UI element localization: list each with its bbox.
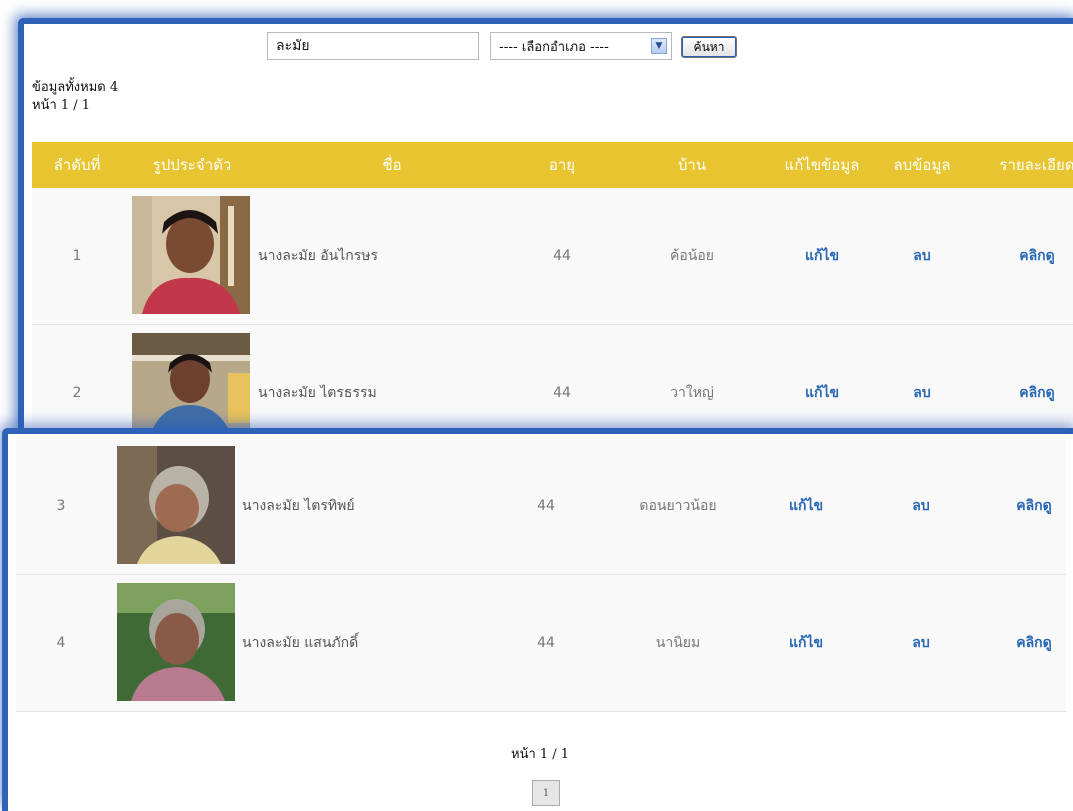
profile-photo [117,583,235,701]
edit-link[interactable]: แก้ไข [756,438,856,574]
detail-link[interactable]: คลิกดู [987,188,1073,324]
delete-link[interactable]: ลบ [881,575,961,711]
profile-photo [132,196,250,314]
row-name: นางละมัย ไตรทิพย์ [242,498,355,514]
district-select[interactable]: ---- เลือกอำเภอ ---- ▼ [490,32,672,60]
th-order: ลำดับที่ [53,156,101,174]
row-number: 1 [72,248,82,264]
table-row: 2 นางละมัย ไตรธรรม 44 วาใหญ่ แก้ไข ลบ คล… [32,325,1073,436]
search-button[interactable]: ค้นหา [681,36,737,58]
th-name: ชื่อ [382,156,402,174]
th-village: บ้าน [677,156,707,174]
row-village: ค้อน้อย [670,248,714,264]
row-number: 3 [56,498,66,514]
edit-link[interactable]: แก้ไข [772,325,872,436]
page-button-1[interactable]: 1 [532,780,560,806]
table-row: 1 นางละมัย อันไกรษร 44 ค้อน้อย แก้ไข ลบ … [32,188,1073,325]
row-name: นางละมัย แสนภักดิ์ [242,635,359,651]
row-age: 44 [537,498,555,514]
profile-photo [117,446,235,564]
row-name: นางละมัย ไตรธรรม [258,385,377,401]
delete-link[interactable]: ลบ [882,325,962,436]
row-number: 2 [72,385,82,401]
row-age: 44 [553,385,571,401]
delete-link[interactable]: ลบ [882,188,962,324]
row-village: นานิยม [655,635,701,651]
page-indicator-bottom: หน้า 1 / 1 [511,747,570,762]
row-age: 44 [553,248,571,264]
row-village: วาใหญ่ [670,385,714,401]
search-input[interactable] [267,32,479,60]
th-edit: แก้ไขข้อมูล [784,156,860,174]
results-window-top: ---- เลือกอำเภอ ---- ▼ ค้นหา ข้อมูลทั้งห… [18,18,1073,436]
page-indicator-top: หน้า 1 / 1 [32,98,91,113]
detail-link[interactable]: คลิกดู [987,325,1073,436]
table-row: 3 นางละมัย ไตรทิพย์ 44 ดอนยาวน้อย แก้ไข … [16,438,1066,575]
th-delete: ลบข้อมูล [893,156,951,174]
chevron-down-icon[interactable]: ▼ [651,38,667,54]
row-village: ดอนยาวน้อย [639,498,717,514]
edit-link[interactable]: แก้ไข [772,188,872,324]
results-window-bottom: 3 นางละมัย ไตรทิพย์ 44 ดอนยาวน้อย แก้ไข … [2,428,1073,811]
th-detail: รายละเอียด [999,156,1073,174]
delete-link[interactable]: ลบ [881,438,961,574]
th-photo: รูปประจำตัว [152,156,232,174]
row-number: 4 [56,635,66,651]
detail-link[interactable]: คลิกดู [984,575,1073,711]
profile-photo [132,333,250,436]
detail-link[interactable]: คลิกดู [984,438,1073,574]
row-age: 44 [537,635,555,651]
row-name: นางละมัย อันไกรษร [258,248,379,264]
th-age: อายุ [548,156,576,174]
district-select-value: ---- เลือกอำเภอ ---- [499,39,609,55]
table-header: ลำดับที่ รูปประจำตัว ชื่อ อายุ บ้าน แก้ไ… [32,142,1073,188]
table-row: 4 นางละมัย แสนภักดิ์ 44 นานิยม แก้ไข ลบ … [16,575,1066,712]
edit-link[interactable]: แก้ไข [756,575,856,711]
